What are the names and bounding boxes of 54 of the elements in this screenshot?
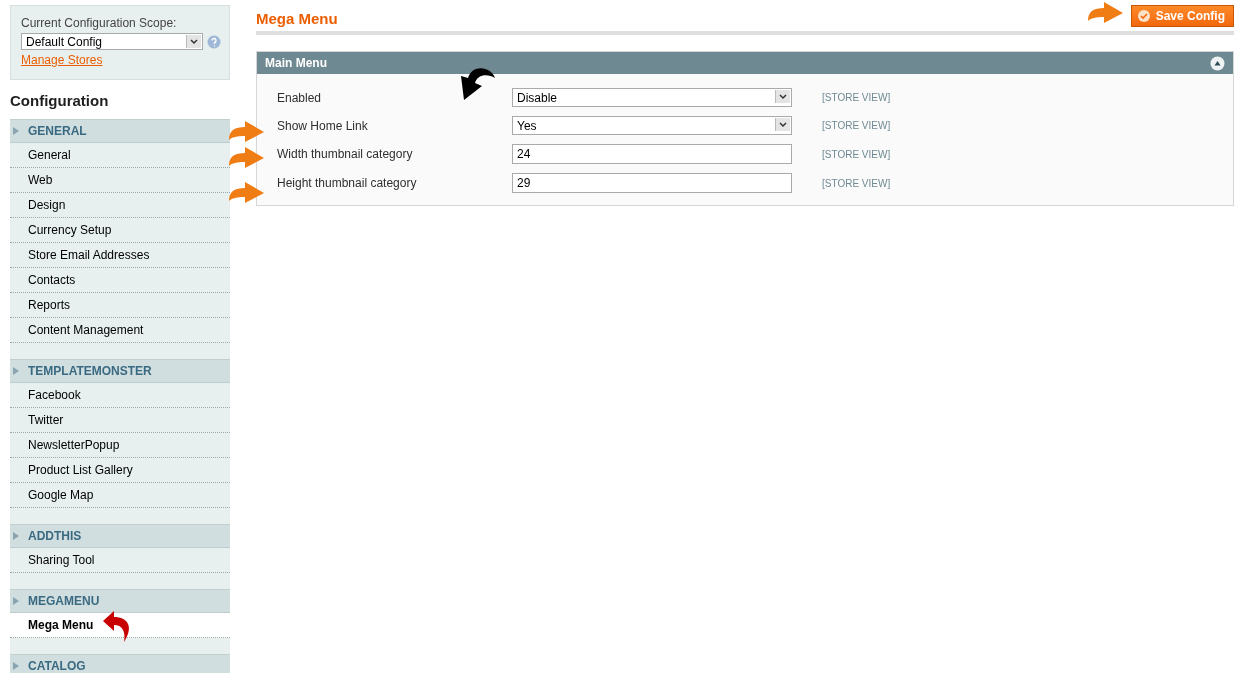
sidebar-item[interactable]: Mega Menu (10, 613, 230, 638)
scope-label: Current Configuration Scope: (21, 16, 178, 30)
sidebar-item[interactable]: Reports (10, 293, 230, 318)
section-title: CATALOG (28, 659, 86, 673)
section-title: GENERAL (28, 124, 87, 138)
sidebar-item[interactable]: Product List Gallery (10, 458, 230, 483)
section-title: TEMPLATEMONSTER (28, 364, 152, 378)
arrow-icon (227, 181, 265, 205)
section-header[interactable]: TEMPLATEMONSTER (10, 360, 230, 383)
scope-note: [STORE VIEW] (822, 148, 892, 160)
page-title: Mega Menu (256, 9, 338, 27)
triangle-icon (12, 367, 20, 375)
dropdown-caret-icon (775, 90, 790, 103)
sidebar-item[interactable]: Web (10, 168, 230, 193)
scope-note: [STORE VIEW] (822, 92, 892, 103)
triangle-icon (12, 662, 20, 670)
sidebar-item[interactable]: Store Email Addresses (10, 243, 230, 268)
sidebar-item[interactable]: Contacts (10, 268, 230, 293)
section-header[interactable]: ADDTHIS (10, 525, 230, 548)
triangle-icon (12, 127, 20, 135)
field-label: Height thumbnail category (277, 176, 418, 190)
sidebar-item[interactable]: Design (10, 193, 230, 218)
input-field[interactable]: 24 (512, 144, 792, 164)
scope-select[interactable]: Default Config (21, 33, 203, 50)
dropdown-caret-icon (775, 118, 790, 131)
section-header[interactable]: GENERAL (10, 120, 230, 143)
sidebar-item[interactable]: General (10, 143, 230, 168)
collapse-icon[interactable] (1210, 55, 1225, 71)
field-label: Show Home Link (277, 118, 369, 133)
sidebar-item[interactable]: Facebook (10, 383, 230, 408)
triangle-icon (12, 532, 20, 540)
sidebar-item[interactable]: Google Map (10, 483, 230, 508)
check-icon (1137, 10, 1150, 22)
section-header[interactable]: MEGAMENU (10, 590, 230, 613)
arrow-icon (227, 146, 265, 170)
scope-note: [STORE VIEW] (822, 120, 892, 131)
sidebar-item[interactable]: Twitter (10, 408, 230, 433)
select-field[interactable]: Yes (512, 116, 792, 135)
section-title: ADDTHIS (28, 529, 82, 543)
input-field[interactable]: 29 (512, 173, 792, 193)
sidebar-item[interactable]: Content Management (10, 318, 230, 343)
field-label: Width thumbnail category (277, 147, 414, 161)
triangle-icon (12, 597, 20, 605)
section-header[interactable]: CATALOG (10, 655, 230, 673)
section-title: MEGAMENU (28, 594, 100, 608)
select-field[interactable]: Disable (512, 88, 792, 107)
dropdown-caret-icon (186, 35, 201, 48)
arrow-icon (227, 120, 265, 144)
arrow-icon (1086, 1, 1124, 25)
scope-note: [STORE VIEW] (822, 177, 892, 189)
field-label: Enabled (277, 90, 323, 105)
sidebar-item[interactable]: Currency Setup (10, 218, 230, 243)
sidebar-item[interactable]: NewsletterPopup (10, 433, 230, 458)
panel-title: Main Menu (265, 56, 327, 70)
